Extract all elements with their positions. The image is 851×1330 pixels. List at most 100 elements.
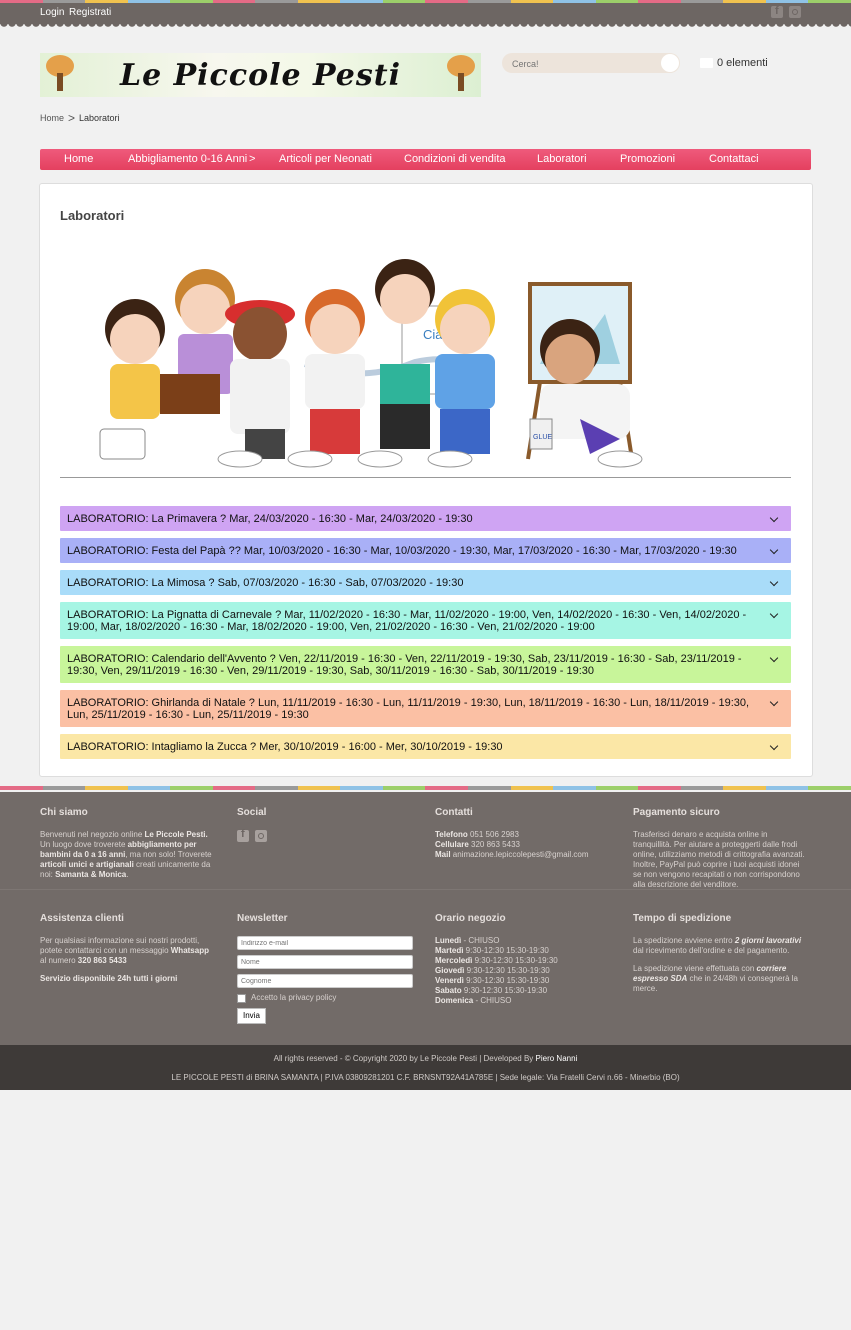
stripe-segment (680, 0, 724, 3)
privacy-checkbox[interactable] (237, 993, 246, 1003)
stripe-segment (170, 786, 213, 790)
top-bar: Login Registrati (0, 0, 851, 28)
newsletter-name-field[interactable] (237, 955, 413, 969)
instagram-icon[interactable] (255, 830, 267, 842)
privacy-label: Accetto la privacy policy (251, 993, 337, 1002)
nav-home[interactable]: Home (64, 153, 93, 165)
stripe-segment (510, 0, 554, 3)
stripe-segment (468, 0, 511, 3)
stripe-segment (680, 786, 724, 790)
accordion-title: LABORATORIO: La Primavera ? Mar, 24/03/2… (67, 513, 473, 525)
stripe-segment (297, 0, 341, 3)
cart[interactable]: 0 elementi (700, 57, 768, 69)
footer: Chi siamo Benvenuti nel negozio online L… (0, 792, 851, 1045)
newsletter-submit-button[interactable]: Invia (237, 1008, 266, 1024)
stripe-segment (723, 0, 766, 3)
stripe-segment (340, 786, 383, 790)
accordion-item[interactable]: LABORATORIO: La Primavera ? Mar, 24/03/2… (60, 506, 791, 531)
chevron-down-icon (769, 545, 779, 555)
stripe-segment (170, 0, 213, 3)
footer-divider (0, 889, 851, 890)
footer-spedizione: Tempo di spedizione La spedizione avvien… (633, 914, 808, 1002)
login-link[interactable]: Login (40, 7, 64, 18)
main-nav: Home Abbigliamento 0-16 Anni > Articoli … (40, 149, 811, 170)
newsletter-email-field[interactable] (237, 936, 413, 950)
chevron-down-icon (769, 513, 779, 523)
accordion-item[interactable]: LABORATORIO: Festa del Papà ?? Mar, 10/0… (60, 538, 791, 563)
cart-icon (700, 58, 713, 68)
top-scallop (0, 23, 851, 28)
nav-contattaci[interactable]: Contattaci (709, 153, 759, 165)
site-logo[interactable]: Le Piccole Pesti (40, 53, 481, 97)
copyright-text: All rights reserved - © Copyright 2020 b… (273, 1054, 578, 1063)
instagram-icon[interactable] (789, 6, 801, 18)
accordion-item[interactable]: LABORATORIO: Calendario dell'Avvento ? V… (60, 646, 791, 683)
chevron-down-icon (769, 653, 779, 663)
search-button[interactable] (661, 54, 679, 72)
stripe-segment (340, 0, 383, 3)
nav-submenu-arrow[interactable]: > (249, 153, 255, 165)
chevron-down-icon (769, 609, 779, 619)
stripe-segment (127, 0, 171, 3)
footer-heading: Tempo di spedizione (633, 913, 732, 924)
stripe-segment (553, 786, 596, 790)
tree-left-icon (46, 55, 74, 93)
stripe-segment (510, 786, 554, 790)
accordion-title: LABORATORIO: La Mimosa ? Sab, 07/03/2020… (67, 577, 464, 589)
stripe-segment (638, 786, 681, 790)
footer-heading: Newsletter (237, 913, 288, 924)
accordion-item[interactable]: LABORATORIO: Ghirlanda di Natale ? Lun, … (60, 690, 791, 727)
accordion-item[interactable]: LABORATORIO: La Pignatta di Carnevale ? … (60, 602, 791, 639)
footer-chi-siamo: Chi siamo Benvenuti nel negozio online L… (40, 808, 215, 888)
breadcrumb-home[interactable]: Home (40, 113, 64, 123)
footer-pagamento: Pagamento sicuro Trasferisci denaro e ac… (633, 808, 808, 898)
accordion-title: LABORATORIO: Intagliamo la Zucca ? Mer, … (67, 741, 503, 753)
stripe-segment (425, 0, 469, 3)
hero-divider (60, 477, 791, 478)
stripe-segment (382, 786, 426, 790)
accordion-item[interactable]: LABORATORIO: Intagliamo la Zucca ? Mer, … (60, 734, 791, 759)
nav-laboratori[interactable]: Laboratori (537, 153, 587, 165)
footer-newsletter: Newsletter Accetto la privacy policy Inv… (237, 913, 413, 1024)
accordion-title: LABORATORIO: Calendario dell'Avvento ? V… (67, 653, 742, 677)
accordion-item[interactable]: LABORATORIO: La Mimosa ? Sab, 07/03/2020… (60, 570, 791, 595)
stripe-segment (42, 0, 86, 3)
facebook-icon[interactable] (237, 829, 249, 842)
footer-assistenza: Assistenza clienti Per qualsiasi informa… (40, 914, 215, 992)
stripe-segment (638, 0, 681, 3)
search-input[interactable] (510, 56, 654, 72)
cart-label: 0 elementi (717, 57, 768, 69)
stripe-segment (808, 0, 851, 3)
register-link[interactable]: Registrati (69, 7, 111, 18)
footer-social: Social (237, 808, 412, 842)
stripe-segment (212, 0, 256, 3)
chevron-down-icon (769, 741, 779, 751)
stripe-segment (85, 0, 128, 3)
chevron-down-icon (769, 577, 779, 587)
newsletter-surname-field[interactable] (237, 974, 413, 988)
bottom-bar: All rights reserved - © Copyright 2020 b… (0, 1045, 851, 1090)
footer-heading: Assistenza clienti (40, 913, 124, 924)
facebook-icon[interactable] (771, 5, 783, 18)
nav-promozioni[interactable]: Promozioni (620, 153, 675, 165)
stripe-segment (0, 786, 43, 790)
nav-abbigliamento[interactable]: Abbigliamento 0-16 Anni (128, 153, 247, 165)
chi-siamo-text: Benvenuti nel negozio online Le Piccole … (40, 830, 212, 879)
footer-contatti: Contatti Telefono 051 506 2983 Cellulare… (435, 808, 625, 860)
tree-right-icon (447, 55, 475, 93)
footer-heading: Contatti (435, 807, 473, 818)
stripe-segment (212, 786, 256, 790)
email-link[interactable]: animazione.lepiccolepesti@gmail.com (453, 850, 589, 859)
nav-articoli-neonati[interactable]: Articoli per Neonati (279, 153, 372, 165)
footer-heading: Chi siamo (40, 807, 88, 818)
breadcrumb: Home > Laboratori (40, 111, 120, 125)
stripe-segment (425, 786, 469, 790)
breadcrumb-current: Laboratori (79, 113, 120, 123)
stripe-segment (553, 0, 596, 3)
content-panel: Laboratori Ciao GLUE LABORATORIO: La Pri… (39, 183, 813, 777)
accordion-title: LABORATORIO: Ghirlanda di Natale ? Lun, … (67, 697, 750, 721)
stripe-segment (255, 0, 298, 3)
developer-link[interactable]: Piero Nanni (536, 1054, 578, 1063)
nav-condizioni-vendita[interactable]: Condizioni di vendita (404, 153, 506, 165)
top-social-icons (771, 5, 801, 18)
